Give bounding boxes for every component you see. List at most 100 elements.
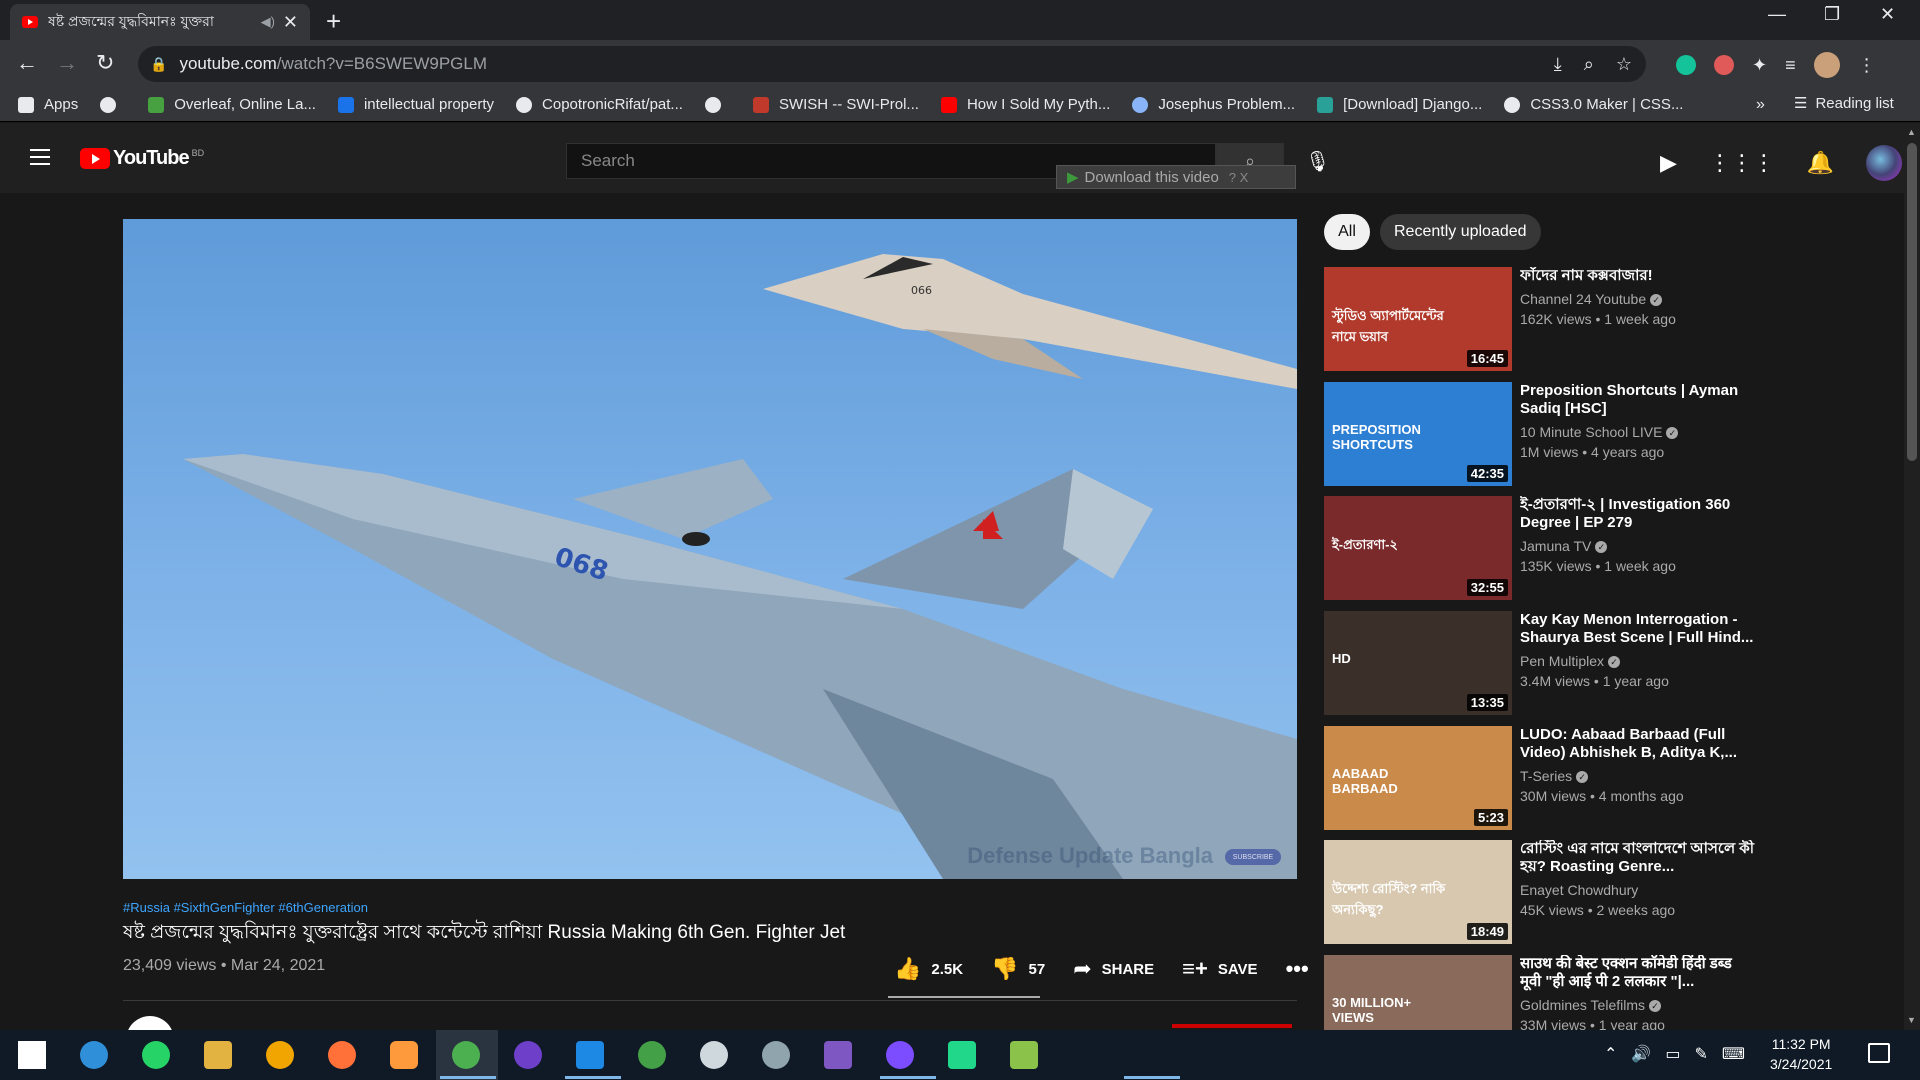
download-video-overlay[interactable]: ▶ Download this video ? X	[1056, 165, 1296, 189]
reading-list-button[interactable]: ☰ Reading list	[1794, 94, 1894, 113]
bookmarks-overflow-button[interactable]: »	[1756, 96, 1765, 114]
recommended-video-title[interactable]: Preposition Shortcuts | Ayman Sadiq [HSC…	[1520, 382, 1756, 418]
volume-icon[interactable]: 🔊	[1631, 1044, 1651, 1064]
youtube-logo[interactable]: YouTube BD	[80, 147, 204, 170]
forward-icon[interactable]: →	[56, 50, 78, 76]
zoom-icon[interactable]: ⌕	[1584, 54, 1594, 75]
app-satellite-icon[interactable]	[762, 1041, 790, 1069]
app-globe-icon[interactable]	[638, 1041, 666, 1069]
channel-name[interactable]: Pen Multiplex	[1520, 653, 1604, 669]
chrome-icon[interactable]	[452, 1041, 480, 1069]
channel-name[interactable]: Channel 24 Youtube	[1520, 291, 1646, 307]
visual-studio-icon[interactable]	[824, 1041, 852, 1069]
pen-icon[interactable]: ✎	[1694, 1044, 1707, 1064]
video-thumbnail[interactable]: PREPOSITION SHORTCUTS 42:35	[1324, 382, 1512, 486]
back-icon[interactable]: ←	[16, 50, 38, 76]
whatsapp-icon[interactable]	[142, 1041, 170, 1069]
bookmark-item[interactable]: Overleaf, Online La...	[148, 96, 316, 113]
recommended-video[interactable]: ই-প্রতারণা-২ 32:55 ই-প্রতারণা-২ | Investig…	[1324, 496, 1844, 600]
messenger-icon[interactable]	[886, 1041, 914, 1069]
tab-audio-icon[interactable]: ◀)	[261, 14, 275, 30]
recommended-video[interactable]: 30 MILLION+ VIEWS साउथ की बेस्ट एक्शन कॉम…	[1324, 955, 1844, 1030]
github-desktop-icon[interactable]	[514, 1041, 542, 1069]
bookmark-item[interactable]: [Download] Django...	[1317, 96, 1482, 113]
bookmark-item[interactable]: CopotronicRifat/pat...	[516, 96, 683, 113]
profile-avatar-icon[interactable]	[1813, 52, 1840, 78]
vscode-icon[interactable]	[576, 1041, 604, 1069]
bookmark-item[interactable]: Josephus Problem...	[1132, 96, 1295, 113]
windows-start-icon[interactable]	[18, 1041, 46, 1069]
extension-icon[interactable]	[1714, 55, 1734, 75]
video-thumbnail[interactable]: ই-প্রতারণা-২ 32:55	[1324, 496, 1512, 600]
reload-icon[interactable]: ↻	[96, 50, 114, 76]
channel-name[interactable]: T-Series	[1520, 768, 1572, 784]
app-brain-icon[interactable]	[700, 1041, 728, 1069]
chip-all[interactable]: All	[1324, 214, 1370, 250]
video-thumbnail[interactable]: AABAAD BARBAAD 5:23	[1324, 726, 1512, 830]
app-orange-icon[interactable]	[390, 1041, 418, 1069]
recommended-video-title[interactable]: ফাঁদের নাম কক্সবাজার!	[1520, 267, 1756, 285]
recommended-video[interactable]: HD 13:35 Kay Kay Menon Interrogation - Sha…	[1324, 611, 1844, 715]
scroll-down-arrow-icon[interactable]: ▼	[1907, 1015, 1916, 1025]
recommended-video[interactable]: উদ্দেশ্য রোস্টিং? নাকি অন্যকিছু? 18:49 রোস…	[1324, 840, 1844, 944]
chip-recently-uploaded[interactable]: Recently uploaded	[1380, 214, 1541, 250]
bookmark-item[interactable]: Apps	[18, 96, 78, 113]
subscribe-button[interactable]	[1172, 1024, 1292, 1028]
recommended-video-title[interactable]: রোস্টিং এর নামে বাংলাদেশে আসলে কী হয়? R…	[1520, 840, 1756, 876]
video-thumbnail[interactable]: 30 MILLION+ VIEWS	[1324, 955, 1512, 1030]
video-thumbnail[interactable]: HD 13:35	[1324, 611, 1512, 715]
dislike-button[interactable]: 👎 57	[991, 956, 1045, 982]
bookmark-item[interactable]: intellectual property	[337, 96, 494, 113]
bookmark-item[interactable]: How I Sold My Pyth...	[940, 96, 1110, 113]
notifications-bell-icon[interactable]: 🔔	[1807, 150, 1834, 176]
recommended-video-title[interactable]: ই-প্রতারণা-২ | Investigation 360 Degree …	[1520, 496, 1756, 532]
create-video-icon[interactable]: ▶︎	[1660, 150, 1677, 176]
video-hashtags[interactable]: #Russia #SixthGenFighter #6thGeneration	[123, 900, 368, 915]
chrome-menu-icon[interactable]: ⋮	[1858, 55, 1876, 76]
new-tab-button[interactable]: +	[326, 6, 341, 37]
search-app-icon[interactable]	[80, 1041, 108, 1069]
app-shield-icon[interactable]	[266, 1041, 294, 1069]
recommended-video[interactable]: স্টুডিও অ্যাপার্টমেন্টের নামে ভয়াব 16:45…	[1324, 267, 1844, 371]
voice-search-icon[interactable]: 🎙	[1305, 149, 1330, 174]
channel-name[interactable]: 10 Minute School LIVE	[1520, 424, 1662, 440]
recommended-video[interactable]: AABAAD BARBAAD 5:23 LUDO: Aabaad Barbaad (…	[1324, 726, 1844, 830]
minimize-window-icon[interactable]: —	[1768, 4, 1786, 25]
notification-center-icon[interactable]	[1868, 1043, 1890, 1063]
lock-icon[interactable]: 🔒	[150, 56, 167, 73]
channel-name[interactable]: Goldmines Telefilms	[1520, 997, 1645, 1013]
pycharm-icon[interactable]	[948, 1041, 976, 1069]
browser-tab-active[interactable]: ষষ্ট প্রজন্মের যুদ্ধবিমানঃ যুক্তরা ◀) ✕	[10, 4, 310, 40]
bookmark-item[interactable]	[704, 96, 731, 113]
network-icon[interactable]: ▭	[1665, 1044, 1680, 1064]
guide-menu-icon[interactable]	[30, 149, 50, 170]
notepad-icon[interactable]	[1010, 1041, 1038, 1069]
recommended-video-title[interactable]: LUDO: Aabaad Barbaad (Full Video) Abhish…	[1520, 726, 1756, 762]
page-scrollbar[interactable]: ▲ ▼	[1904, 123, 1920, 1030]
channel-name[interactable]: Enayet Chowdhury	[1520, 882, 1638, 898]
firefox-icon[interactable]	[328, 1041, 356, 1069]
install-app-icon[interactable]: ⤓	[1554, 54, 1562, 75]
recommended-video-title[interactable]: साउथ की बेस्ट एक्शन कॉमेडी हिंदी डब्ड मू…	[1520, 955, 1756, 991]
close-window-icon[interactable]: ✕	[1880, 4, 1895, 25]
save-button[interactable]: ≡+ SAVE	[1182, 956, 1257, 982]
scroll-up-arrow-icon[interactable]: ▲	[1907, 127, 1916, 137]
video-thumbnail[interactable]: উদ্দেশ্য রোস্টিং? নাকি অন্যকিছু? 18:49	[1324, 840, 1512, 944]
address-bar[interactable]: 🔒 youtube.com/watch?v=B6SWEW9PGLM ⤓ ⌕ ☆	[138, 46, 1646, 82]
taskbar-clock[interactable]: 11:32 PM 3/24/2021	[1770, 1034, 1832, 1074]
bookmark-item[interactable]: CSS3.0 Maker | CSS...	[1504, 96, 1683, 113]
account-avatar[interactable]	[1866, 145, 1903, 181]
download-overlay-help[interactable]: ? X	[1229, 170, 1249, 185]
like-button[interactable]: 👍 2.5K	[894, 956, 963, 982]
scrollbar-thumb[interactable]	[1907, 143, 1917, 461]
bookmark-item[interactable]: SWISH -- SWI-Prol...	[752, 96, 919, 113]
grammarly-extension-icon[interactable]	[1676, 55, 1696, 75]
subscribe-watermark[interactable]: SUBSCRIBE	[1225, 849, 1281, 865]
share-button[interactable]: ➦ SHARE	[1073, 956, 1154, 982]
more-actions-button[interactable]: •••	[1286, 956, 1319, 982]
channel-name[interactable]: Jamuna TV	[1520, 538, 1591, 554]
video-thumbnail[interactable]: স্টুডিও অ্যাপার্টমেন্টের নামে ভয়াব 16:45	[1324, 267, 1512, 371]
file-explorer-icon[interactable]	[204, 1041, 232, 1069]
restore-window-icon[interactable]: ❐	[1824, 4, 1840, 25]
media-control-icon[interactable]: ≡	[1785, 55, 1796, 76]
